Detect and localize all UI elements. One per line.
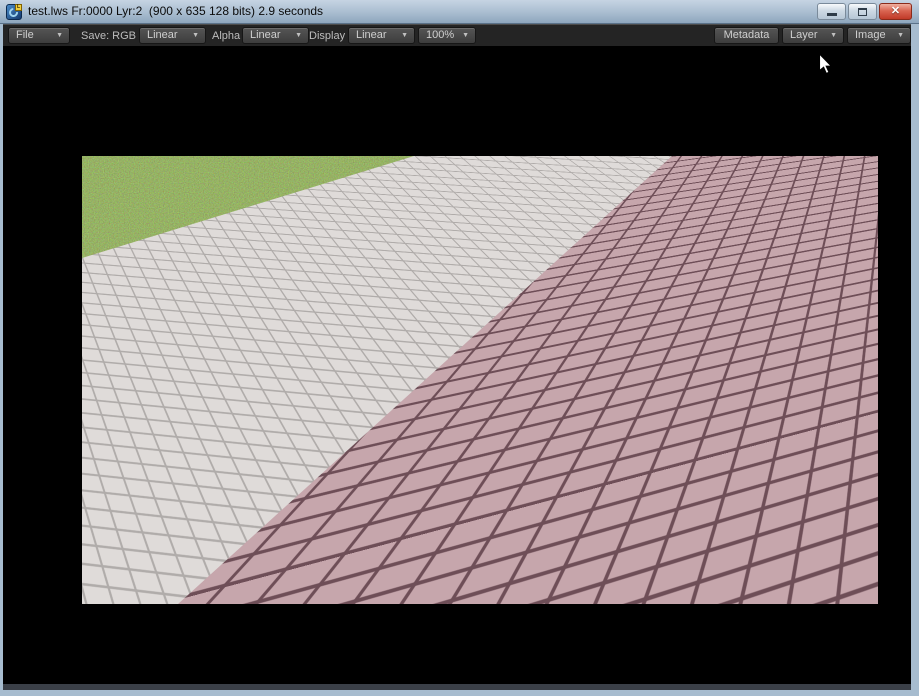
- chevron-down-icon: ▼: [192, 32, 199, 39]
- layer-dropdown[interactable]: Layer ▼: [782, 27, 844, 44]
- file-dropdown-label: File: [16, 28, 34, 43]
- minimize-button[interactable]: [817, 3, 846, 20]
- image-dropdown-label: Image: [855, 28, 886, 43]
- toolbar: File ▼ Save: RGB Linear ▼ Alpha Linear ▼…: [3, 24, 911, 46]
- zoom-level-label: 100%: [426, 28, 454, 43]
- metadata-button[interactable]: Metadata: [714, 27, 779, 44]
- app-icon-layer-badge: L: [15, 4, 22, 11]
- window-title: test.lws Fr:0000 Lyr:2 (900 x 635 128 bi…: [28, 0, 323, 23]
- chevron-down-icon: ▼: [295, 32, 302, 39]
- image-dropdown[interactable]: Image ▼: [847, 27, 911, 44]
- zoom-dropdown[interactable]: 100% ▼: [418, 27, 476, 44]
- rgb-format-label: Linear: [147, 28, 178, 43]
- alpha-format-label: Linear: [250, 28, 281, 43]
- metadata-button-label: Metadata: [715, 28, 778, 43]
- restore-icon: [858, 8, 867, 16]
- display-mode-label: Linear: [356, 28, 387, 43]
- window-controls: ✕: [817, 3, 912, 20]
- restore-button[interactable]: [848, 3, 877, 20]
- chevron-down-icon: ▼: [897, 32, 904, 39]
- chevron-down-icon: ▼: [56, 32, 63, 39]
- window-bottom-shadow: [3, 684, 911, 690]
- alpha-label: Alpha: [212, 25, 240, 47]
- display-mode-dropdown[interactable]: Linear ▼: [348, 27, 415, 44]
- chevron-down-icon: ▼: [401, 32, 408, 39]
- image-viewer-window: L test.lws Fr:0000 Lyr:2 (900 x 635 128 …: [0, 0, 919, 696]
- chevron-down-icon: ▼: [462, 32, 469, 39]
- alpha-format-dropdown[interactable]: Linear ▼: [242, 27, 309, 44]
- rendered-image[interactable]: [82, 156, 878, 604]
- close-button[interactable]: ✕: [879, 3, 912, 20]
- render-canvas[interactable]: [3, 46, 911, 684]
- minimize-icon: [827, 13, 837, 16]
- mouse-cursor: [818, 53, 833, 75]
- file-dropdown[interactable]: File ▼: [8, 27, 70, 44]
- layer-dropdown-label: Layer: [790, 28, 818, 43]
- chevron-down-icon: ▼: [830, 32, 837, 39]
- titlebar[interactable]: L test.lws Fr:0000 Lyr:2 (900 x 635 128 …: [0, 0, 919, 24]
- rgb-format-dropdown[interactable]: Linear ▼: [139, 27, 206, 44]
- close-icon: ✕: [891, 4, 900, 19]
- window-bottom-border: [0, 690, 919, 696]
- display-label: Display: [309, 25, 345, 47]
- save-rgb-label: Save: RGB: [81, 25, 136, 47]
- app-icon: L: [6, 4, 22, 20]
